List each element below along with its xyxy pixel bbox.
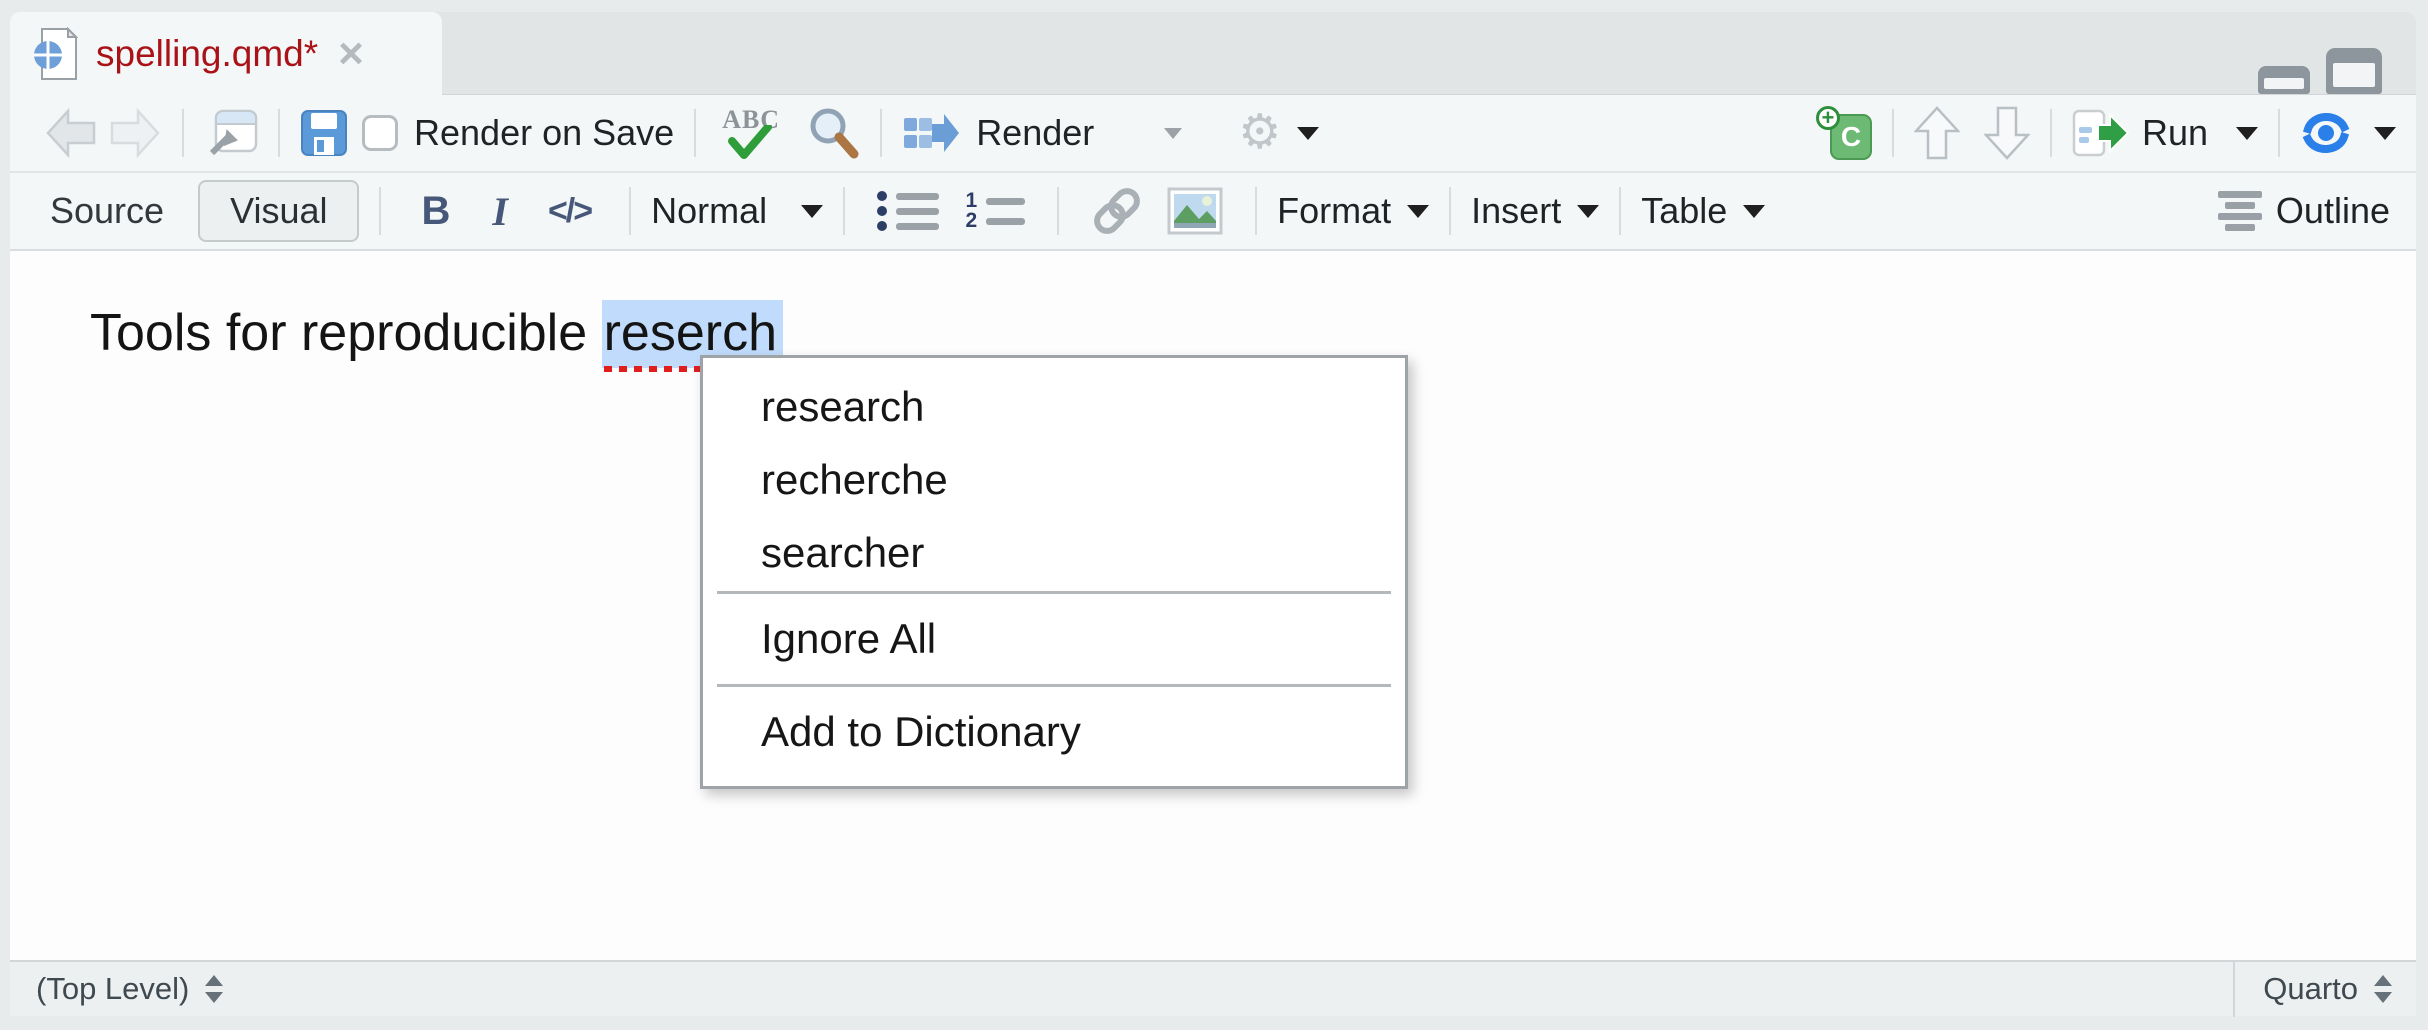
render-icon: [902, 112, 960, 154]
gear-icon[interactable]: ⚙: [1238, 109, 1281, 157]
render-label: Render: [976, 112, 1094, 154]
back-icon[interactable]: [44, 107, 98, 159]
render-button[interactable]: Render: [902, 112, 1094, 154]
separator: [880, 109, 882, 157]
format-toolbar: Source Visual B I </> Normal 1 2: [10, 173, 2416, 251]
menu-separator: [717, 684, 1391, 687]
separator: [629, 187, 631, 235]
document-text-line: Tools for reproducible reserch: [90, 303, 783, 363]
tab-strip: spelling.qmd* ×: [10, 12, 2416, 95]
numbered-list-icon[interactable]: 1 2: [963, 187, 1025, 235]
separator: [379, 187, 381, 235]
separator: [1057, 187, 1059, 235]
separator: [1255, 187, 1257, 235]
maximize-icon[interactable]: [2326, 48, 2382, 94]
run-label: Run: [2142, 112, 2208, 154]
document-canvas[interactable]: Tools for reproducible reserch research …: [10, 251, 2416, 960]
separator: [1892, 109, 1894, 157]
separator: [2233, 961, 2235, 1017]
status-bar: (Top Level) Quarto: [10, 960, 2416, 1016]
separator: [2278, 109, 2280, 157]
render-dropdown-icon[interactable]: [1164, 128, 1182, 139]
close-icon[interactable]: ×: [338, 34, 364, 74]
chevron-down-icon: [1407, 205, 1429, 218]
sync-dropdown-icon[interactable]: [2374, 127, 2396, 140]
bullet-list-icon[interactable]: [877, 187, 939, 235]
format-menu[interactable]: Format: [1277, 190, 1429, 232]
editor-pane: spelling.qmd* × Render on: [10, 12, 2416, 1016]
previous-chunk-icon[interactable]: [1914, 105, 1960, 161]
doc-type-selector[interactable]: Quarto: [2263, 971, 2392, 1007]
run-dropdown-icon[interactable]: [2236, 127, 2258, 140]
save-icon[interactable]: [300, 109, 348, 157]
spellcheck-icon[interactable]: ABC: [722, 105, 786, 161]
separator: [2050, 109, 2052, 157]
separator: [1449, 187, 1451, 235]
outline-toggle[interactable]: Outline: [2218, 190, 2390, 232]
doc-type-stepper-icon: [2374, 975, 2392, 1003]
menu-item-suggestion[interactable]: recherche: [703, 443, 1405, 516]
render-on-save-checkbox[interactable]: [362, 115, 398, 151]
separator: [278, 109, 280, 157]
tab-spelling-qmd[interactable]: spelling.qmd* ×: [10, 12, 442, 96]
outline-icon: [2218, 191, 2262, 231]
tab-title: spelling.qmd*: [96, 33, 318, 75]
menu-item-ignore-all[interactable]: Ignore All: [703, 596, 1405, 682]
code-button[interactable]: </>: [548, 192, 591, 231]
run-icon: [2072, 109, 2130, 157]
separator: [843, 187, 845, 235]
pane-window-controls: [2258, 48, 2382, 94]
chevron-down-icon: [1743, 205, 1765, 218]
paragraph-style-value: Normal: [651, 190, 767, 232]
insert-menu[interactable]: Insert: [1471, 190, 1599, 232]
render-on-save-label: Render on Save: [414, 112, 674, 154]
popout-icon[interactable]: [204, 107, 258, 159]
scope-selector[interactable]: (Top Level): [36, 971, 223, 1007]
chevron-down-icon: [801, 205, 823, 218]
scope-stepper-icon: [205, 975, 223, 1003]
menu-item-suggestion[interactable]: searcher: [703, 516, 1405, 589]
options-dropdown-icon[interactable]: [1297, 127, 1319, 140]
forward-icon[interactable]: [108, 107, 162, 159]
paragraph-style-dropdown[interactable]: Normal: [651, 190, 823, 232]
chevron-down-icon: [1577, 205, 1599, 218]
main-toolbar: Render on Save ABC Render ⚙ +: [10, 95, 2416, 173]
insert-chunk-icon[interactable]: + C: [1816, 106, 1872, 160]
run-button[interactable]: Run: [2072, 109, 2258, 157]
next-chunk-icon[interactable]: [1984, 105, 2030, 161]
menu-separator: [717, 591, 1391, 594]
menu-item-suggestion[interactable]: research: [703, 370, 1405, 443]
separator: [182, 109, 184, 157]
image-icon[interactable]: [1167, 187, 1223, 235]
source-mode-button[interactable]: Source: [50, 190, 164, 232]
visual-mode-button[interactable]: Visual: [198, 180, 359, 242]
italic-button[interactable]: I: [492, 188, 508, 235]
bold-button[interactable]: B: [421, 189, 450, 234]
search-icon[interactable]: [806, 106, 860, 160]
separator: [694, 109, 696, 157]
source-sync-icon[interactable]: [2300, 111, 2352, 155]
table-menu[interactable]: Table: [1641, 190, 1765, 232]
menu-item-add-to-dictionary[interactable]: Add to Dictionary: [703, 689, 1405, 775]
link-icon[interactable]: [1089, 185, 1145, 237]
document-text: Tools for reproducible: [90, 304, 602, 362]
quarto-file-icon: [32, 27, 78, 81]
minimize-icon[interactable]: [2258, 66, 2310, 94]
spellcheck-context-menu: research recherche searcher Ignore All A…: [700, 355, 1408, 789]
separator: [1619, 187, 1621, 235]
